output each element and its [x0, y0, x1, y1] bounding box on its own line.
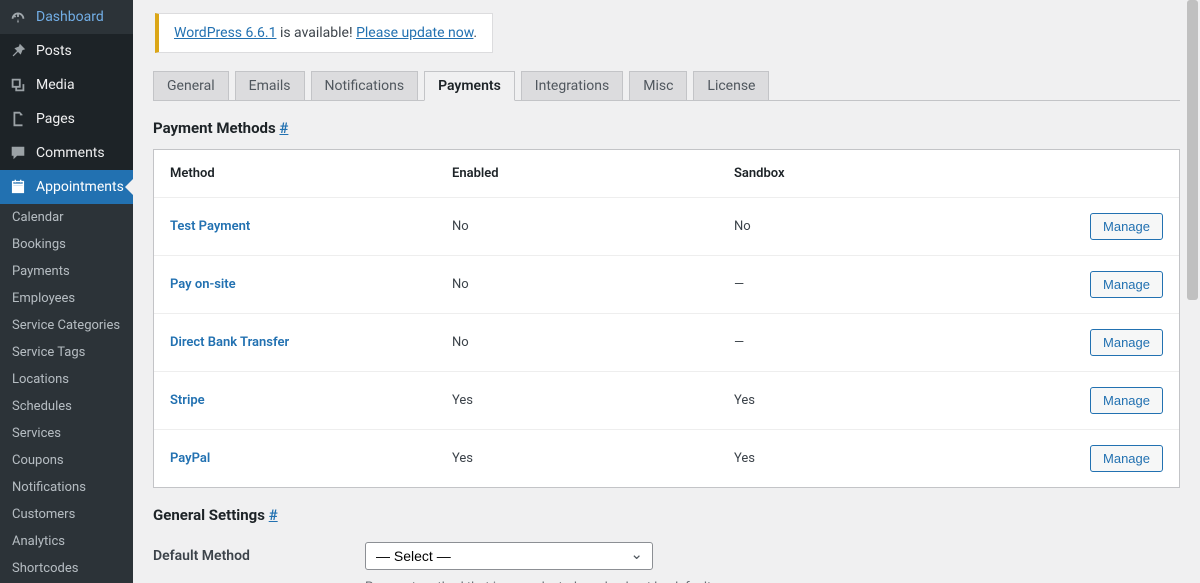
table-row: Direct Bank Transfer No— Manage	[154, 314, 1179, 372]
sandbox-cell: Yes	[734, 393, 1063, 408]
sidebar-sub-payments[interactable]: Payments	[0, 258, 133, 285]
enabled-cell: No	[452, 277, 734, 292]
wp-version-link[interactable]: WordPress 6.6.1	[174, 25, 276, 41]
page-icon	[8, 109, 28, 129]
sandbox-cell: —	[734, 335, 1063, 350]
sidebar-item-appointments[interactable]: Appointments	[0, 170, 133, 204]
anchor-link[interactable]: #	[279, 119, 288, 137]
sidebar-sub-analytics[interactable]: Analytics	[0, 528, 133, 555]
sandbox-cell: —	[734, 277, 1063, 292]
anchor-link[interactable]: #	[269, 506, 278, 524]
enabled-cell: Yes	[452, 451, 734, 466]
tab-notifications[interactable]: Notifications	[311, 71, 419, 101]
table-row: PayPal YesYes Manage	[154, 430, 1179, 487]
table-header-row: Method Enabled Sandbox	[154, 150, 1179, 198]
tab-license[interactable]: License	[693, 71, 769, 101]
sidebar-sub-coupons[interactable]: Coupons	[0, 447, 133, 474]
method-link[interactable]: Direct Bank Transfer	[170, 335, 289, 350]
update-notice: WordPress 6.6.1 is available! Please upd…	[155, 13, 493, 53]
admin-sidebar: Dashboard Posts Media Pages Comments Appointm…	[0, 0, 133, 583]
enabled-cell: No	[452, 219, 734, 234]
dashboard-icon	[8, 7, 28, 27]
sidebar-item-label: Dashboard	[36, 9, 104, 25]
tab-integrations[interactable]: Integrations	[521, 71, 623, 101]
sidebar-item-label: Posts	[36, 43, 72, 59]
method-link[interactable]: PayPal	[170, 451, 210, 466]
sidebar-submenu: CalendarBookingsPaymentsEmployeesService…	[0, 204, 133, 583]
general-settings-heading: General Settings #	[153, 506, 1180, 524]
sidebar-sub-locations[interactable]: Locations	[0, 366, 133, 393]
sidebar-sub-shortcodes[interactable]: Shortcodes	[0, 555, 133, 582]
update-text: is available!	[276, 25, 356, 41]
tab-emails[interactable]: Emails	[235, 71, 305, 101]
settings-tabs: GeneralEmailsNotificationsPaymentsIntegr…	[153, 71, 1180, 101]
media-icon	[8, 75, 28, 95]
main-content: WordPress 6.6.1 is available! Please upd…	[133, 0, 1200, 583]
enabled-cell: Yes	[452, 393, 734, 408]
manage-button[interactable]: Manage	[1090, 445, 1163, 472]
col-header-method: Method	[170, 166, 452, 181]
sidebar-item-posts[interactable]: Posts	[0, 34, 133, 68]
sandbox-cell: Yes	[734, 451, 1063, 466]
sidebar-sub-employees[interactable]: Employees	[0, 285, 133, 312]
tab-general[interactable]: General	[153, 71, 229, 101]
sidebar-item-label: Media	[36, 77, 75, 93]
default-method-select[interactable]: — Select —	[365, 542, 653, 570]
enabled-cell: No	[452, 335, 734, 350]
sidebar-sub-service-tags[interactable]: Service Tags	[0, 339, 133, 366]
sidebar-item-label: Comments	[36, 145, 105, 161]
manage-button[interactable]: Manage	[1090, 271, 1163, 298]
tab-misc[interactable]: Misc	[629, 71, 687, 101]
manage-button[interactable]: Manage	[1090, 213, 1163, 240]
manage-button[interactable]: Manage	[1090, 329, 1163, 356]
sidebar-item-pages[interactable]: Pages	[0, 102, 133, 136]
sidebar-item-media[interactable]: Media	[0, 68, 133, 102]
col-header-sandbox: Sandbox	[734, 166, 1063, 181]
method-link[interactable]: Test Payment	[170, 219, 250, 234]
sidebar-item-dashboard[interactable]: Dashboard	[0, 0, 133, 34]
sidebar-sub-schedules[interactable]: Schedules	[0, 393, 133, 420]
method-link[interactable]: Stripe	[170, 393, 205, 408]
sidebar-sub-services[interactable]: Services	[0, 420, 133, 447]
table-row: Pay on-site No— Manage	[154, 256, 1179, 314]
table-row: Test Payment NoNo Manage	[154, 198, 1179, 256]
tab-payments[interactable]: Payments	[424, 71, 515, 101]
default-method-row: Default Method — Select — Payment method…	[153, 542, 1180, 583]
table-row: Stripe YesYes Manage	[154, 372, 1179, 430]
sidebar-item-comments[interactable]: Comments	[0, 136, 133, 170]
payment-methods-table: Method Enabled Sandbox Test PaymentNoNoM…	[153, 149, 1180, 488]
sidebar-sub-calendar[interactable]: Calendar	[0, 204, 133, 231]
calendar-icon	[8, 177, 28, 197]
method-link[interactable]: Pay on-site	[170, 277, 236, 292]
sidebar-sub-customers[interactable]: Customers	[0, 501, 133, 528]
pin-icon	[8, 41, 28, 61]
col-header-enabled: Enabled	[452, 166, 734, 181]
default-method-label: Default Method	[153, 542, 335, 564]
manage-button[interactable]: Manage	[1090, 387, 1163, 414]
sidebar-sub-notifications[interactable]: Notifications	[0, 474, 133, 501]
payment-methods-heading: Payment Methods #	[153, 119, 1180, 137]
comment-icon	[8, 143, 28, 163]
sidebar-item-label: Pages	[36, 111, 75, 127]
sidebar-sub-service-categories[interactable]: Service Categories	[0, 312, 133, 339]
sandbox-cell: No	[734, 219, 1063, 234]
scrollbar[interactable]	[1185, 0, 1200, 583]
update-now-link[interactable]: Please update now	[356, 25, 473, 41]
sidebar-item-label: Appointments	[36, 179, 124, 195]
sidebar-sub-bookings[interactable]: Bookings	[0, 231, 133, 258]
